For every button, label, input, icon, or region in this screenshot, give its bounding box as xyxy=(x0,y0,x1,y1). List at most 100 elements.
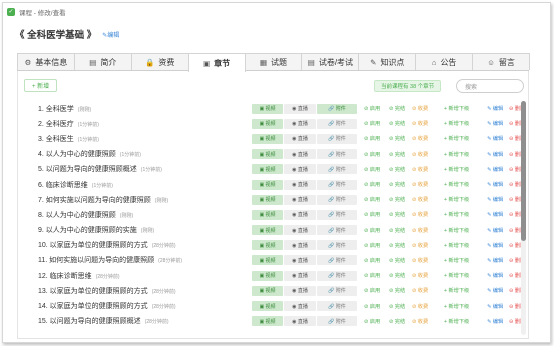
complete-button[interactable]: ⊘ 完结 xyxy=(389,211,405,218)
add-sub-chapter-button[interactable]: + 新增下级 xyxy=(444,135,469,142)
tab-4[interactable]: ▦ 试题 xyxy=(244,53,303,70)
complete-button[interactable]: ⊘ 完结 xyxy=(389,257,405,264)
tab-5[interactable]: ▤ 试卷/考试 xyxy=(301,53,360,70)
edit-chapter-button[interactable]: ✎ 编辑 xyxy=(487,196,503,203)
edit-chapter-button[interactable]: ✎ 编辑 xyxy=(487,318,503,325)
enable-button[interactable]: ⊘ 启用 xyxy=(364,105,380,112)
video-chip[interactable]: ▣ 视频 xyxy=(252,225,283,236)
search-input[interactable]: 搜索 xyxy=(456,79,524,93)
chapter-title[interactable]: 1. 全科医学 (刚刚) xyxy=(38,104,91,114)
attachment-chip[interactable]: 🔗 附件 xyxy=(317,149,357,160)
add-sub-chapter-button[interactable]: + 新增下级 xyxy=(444,303,469,310)
chapter-title[interactable]: 14. 以家庭为单位的健康照顾的方式 (28分钟前) xyxy=(38,301,176,311)
add-sub-chapter-button[interactable]: + 新增下级 xyxy=(444,181,469,188)
charge-button[interactable]: ⊘ 收费 xyxy=(412,105,428,112)
charge-button[interactable]: ⊘ 收费 xyxy=(412,318,428,325)
enable-button[interactable]: ⊘ 启用 xyxy=(364,196,380,203)
enable-button[interactable]: ⊘ 启用 xyxy=(364,257,380,264)
edit-chapter-button[interactable]: ✎ 编辑 xyxy=(487,211,503,218)
add-sub-chapter-button[interactable]: + 新增下级 xyxy=(444,105,469,112)
video-chip[interactable]: ▣ 视频 xyxy=(252,103,283,114)
enable-button[interactable]: ⊘ 启用 xyxy=(364,181,380,188)
attachment-chip[interactable]: 🔗 附件 xyxy=(317,194,357,205)
chapter-title[interactable]: 3. 全科医生 (1分钟前) xyxy=(38,134,99,144)
video-chip[interactable]: ▣ 视频 xyxy=(252,316,283,327)
video-chip[interactable]: ▣ 视频 xyxy=(252,179,283,190)
chapter-title[interactable]: 6. 临床诊断思维 (1分钟前) xyxy=(38,180,113,190)
live-chip[interactable]: ◉ 直播 xyxy=(284,285,316,296)
attachment-chip[interactable]: 🔗 附件 xyxy=(317,301,357,312)
enable-button[interactable]: ⊘ 启用 xyxy=(364,135,380,142)
enable-button[interactable]: ⊘ 启用 xyxy=(364,242,380,249)
charge-button[interactable]: ⊘ 收费 xyxy=(412,166,428,173)
chapter-title[interactable]: 4. 以人为中心的健康照顾 (1分钟前) xyxy=(38,149,141,159)
attachment-chip[interactable]: 🔗 附件 xyxy=(317,285,357,296)
video-chip[interactable]: ▣ 视频 xyxy=(252,270,283,281)
live-chip[interactable]: ◉ 直播 xyxy=(284,301,316,312)
attachment-chip[interactable]: 🔗 附件 xyxy=(317,133,357,144)
edit-chapter-button[interactable]: ✎ 编辑 xyxy=(487,151,503,158)
video-chip[interactable]: ▣ 视频 xyxy=(252,240,283,251)
tab-1[interactable]: ▤ 简介 xyxy=(73,53,132,70)
live-chip[interactable]: ◉ 直播 xyxy=(284,103,316,114)
live-chip[interactable]: ◉ 直播 xyxy=(284,118,316,129)
attachment-chip[interactable]: 🔗 附件 xyxy=(317,209,357,220)
live-chip[interactable]: ◉ 直播 xyxy=(284,316,316,327)
charge-button[interactable]: ⊘ 收费 xyxy=(412,151,428,158)
chapter-title[interactable]: 12. 临床诊断思维 (28分钟前) xyxy=(38,271,120,281)
video-chip[interactable]: ▣ 视频 xyxy=(252,301,283,312)
live-chip[interactable]: ◉ 直播 xyxy=(284,270,316,281)
charge-button[interactable]: ⊘ 收费 xyxy=(412,242,428,249)
video-chip[interactable]: ▣ 视频 xyxy=(252,164,283,175)
charge-button[interactable]: ⊘ 收费 xyxy=(412,196,428,203)
enable-button[interactable]: ⊘ 启用 xyxy=(364,318,380,325)
charge-button[interactable]: ⊘ 收费 xyxy=(412,211,428,218)
attachment-chip[interactable]: 🔗 附件 xyxy=(317,316,357,327)
add-sub-chapter-button[interactable]: + 新增下级 xyxy=(444,272,469,279)
tab-0[interactable]: ⚙ 基本信息 xyxy=(17,53,75,70)
charge-button[interactable]: ⊘ 收费 xyxy=(412,257,428,264)
add-sub-chapter-button[interactable]: + 新增下级 xyxy=(444,151,469,158)
attachment-chip[interactable]: 🔗 附件 xyxy=(317,225,357,236)
add-sub-chapter-button[interactable]: + 新增下级 xyxy=(444,287,469,294)
charge-button[interactable]: ⊘ 收费 xyxy=(412,120,428,127)
chapter-title[interactable]: 10. 以家庭为单位的健康照顾的方式 (28分钟前) xyxy=(38,240,176,250)
live-chip[interactable]: ◉ 直播 xyxy=(284,225,316,236)
edit-chapter-button[interactable]: ✎ 编辑 xyxy=(487,120,503,127)
add-sub-chapter-button[interactable]: + 新增下级 xyxy=(444,227,469,234)
charge-button[interactable]: ⊘ 收费 xyxy=(412,227,428,234)
edit-chapter-button[interactable]: ✎ 编辑 xyxy=(487,166,503,173)
complete-button[interactable]: ⊘ 完结 xyxy=(389,120,405,127)
add-sub-chapter-button[interactable]: + 新增下级 xyxy=(444,166,469,173)
edit-chapter-button[interactable]: ✎ 编辑 xyxy=(487,303,503,310)
complete-button[interactable]: ⊘ 完结 xyxy=(389,242,405,249)
tab-7[interactable]: ⌂ 公告 xyxy=(415,53,474,70)
video-chip[interactable]: ▣ 视频 xyxy=(252,118,283,129)
attachment-chip[interactable]: 🔗 附件 xyxy=(317,240,357,251)
edit-chapter-button[interactable]: ✎ 编辑 xyxy=(487,257,503,264)
video-chip[interactable]: ▣ 视频 xyxy=(252,285,283,296)
scrollbar-thumb[interactable] xyxy=(521,101,526,241)
tab-6[interactable]: ✎ 知识点 xyxy=(358,53,417,70)
chapter-title[interactable]: 8. 以人为中心的健康照顾 (刚刚) xyxy=(38,210,133,220)
tab-2[interactable]: 🔒 资费 xyxy=(130,53,189,70)
video-chip[interactable]: ▣ 视频 xyxy=(252,133,283,144)
complete-button[interactable]: ⊘ 完结 xyxy=(389,303,405,310)
complete-button[interactable]: ⊘ 完结 xyxy=(389,105,405,112)
complete-button[interactable]: ⊘ 完结 xyxy=(389,151,405,158)
live-chip[interactable]: ◉ 直播 xyxy=(284,194,316,205)
edit-chapter-button[interactable]: ✎ 编辑 xyxy=(487,242,503,249)
video-chip[interactable]: ▣ 视频 xyxy=(252,255,283,266)
add-sub-chapter-button[interactable]: + 新增下级 xyxy=(444,257,469,264)
add-sub-chapter-button[interactable]: + 新增下级 xyxy=(444,318,469,325)
edit-chapter-button[interactable]: ✎ 编辑 xyxy=(487,135,503,142)
add-chapter-button[interactable]: + 新增 xyxy=(24,79,58,92)
attachment-chip[interactable]: 🔗 附件 xyxy=(317,118,357,129)
charge-button[interactable]: ⊘ 收费 xyxy=(412,181,428,188)
chapter-title[interactable]: 11. 如何实施以问题为导向的健康照顾 (28分钟前) xyxy=(38,255,182,265)
enable-button[interactable]: ⊘ 启用 xyxy=(364,166,380,173)
enable-button[interactable]: ⊘ 启用 xyxy=(364,303,380,310)
enable-button[interactable]: ⊘ 启用 xyxy=(364,272,380,279)
enable-button[interactable]: ⊘ 启用 xyxy=(364,120,380,127)
edit-chapter-button[interactable]: ✎ 编辑 xyxy=(487,105,503,112)
